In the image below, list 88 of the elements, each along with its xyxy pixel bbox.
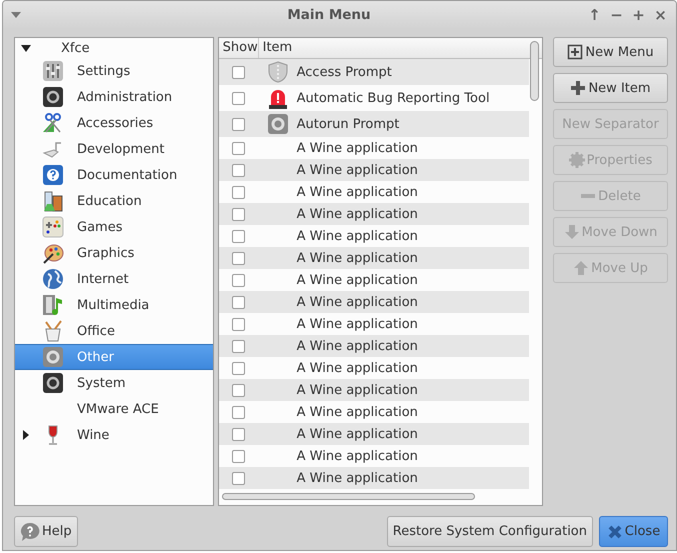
down-arrow-icon [564, 224, 580, 240]
table-cell: Autorun Prompt [296, 116, 400, 132]
action-button[interactable]: New Menu [553, 37, 668, 67]
expand-arrow-icon[interactable] [23, 430, 29, 440]
column-header[interactable]: Show [218, 38, 259, 58]
tree-item[interactable]: Accessories [15, 110, 213, 136]
plus-icon [570, 80, 586, 96]
gear-icon [42, 86, 64, 108]
checkbox[interactable] [232, 406, 246, 418]
checkbox[interactable] [232, 274, 246, 286]
collapse-arrow-icon[interactable] [21, 44, 31, 52]
tree-item[interactable]: Office [15, 318, 213, 344]
checkbox[interactable] [232, 428, 246, 440]
restore-button[interactable]: Restore System Configuration [386, 516, 593, 547]
action-button[interactable]: New Item [553, 73, 668, 103]
scrollbar-thumb[interactable] [530, 41, 539, 101]
checkbox[interactable] [232, 472, 246, 484]
table-cell: A Wine application [296, 294, 418, 310]
close-icon [606, 524, 623, 540]
checkbox[interactable] [232, 318, 246, 330]
scissors-icon [42, 112, 64, 134]
close-button[interactable]: Close [599, 516, 668, 547]
minimize-button[interactable]: − [609, 6, 624, 24]
table-cell: A Wine application [296, 228, 418, 244]
table-cell: Automatic Bug Reporting Tool [296, 90, 490, 106]
checkbox[interactable] [232, 340, 246, 352]
gear-icon [568, 152, 585, 168]
palette-icon [42, 242, 64, 264]
tree-item[interactable]: VMware ACE [15, 396, 213, 422]
globe-icon [42, 268, 64, 290]
tree-item[interactable]: System [15, 370, 213, 396]
tree-item[interactable]: Games [15, 214, 213, 240]
checkbox[interactable] [232, 118, 246, 130]
checkbox[interactable] [232, 450, 246, 462]
new-menu-icon [567, 44, 584, 60]
table-cell: A Wine application [296, 470, 418, 486]
tree-item[interactable]: Internet [15, 266, 213, 292]
tree-item[interactable]: Xfce [15, 38, 213, 58]
checkbox[interactable] [232, 142, 246, 154]
table-cell: A Wine application [296, 184, 418, 200]
table-cell: A Wine application [296, 426, 418, 442]
tree-item[interactable]: Wine [15, 422, 213, 448]
help-button[interactable]: Help [14, 516, 78, 547]
checkbox[interactable] [232, 92, 246, 104]
table-cell: A Wine application [296, 316, 418, 332]
checkbox[interactable] [232, 252, 246, 264]
table-cell: A Wine application [296, 140, 418, 156]
up-arrow-icon [573, 260, 590, 276]
maximize-button[interactable]: + [631, 6, 646, 24]
sliders-icon [42, 60, 64, 82]
checkbox[interactable] [232, 362, 246, 374]
table-cell: A Wine application [296, 382, 418, 398]
tree-item[interactable]: Development [15, 136, 213, 162]
raise-button[interactable]: ↑ [587, 6, 602, 24]
scrollbar-thumb[interactable] [222, 493, 475, 500]
tree-item[interactable]: Education [15, 188, 213, 214]
gear-icon [42, 346, 64, 368]
film-note-icon [42, 294, 64, 316]
help-icon [42, 164, 64, 186]
table-cell: A Wine application [296, 360, 418, 376]
speech-bubble-icon [20, 522, 40, 542]
checkbox[interactable] [232, 66, 246, 78]
flask-icon [42, 190, 64, 212]
checkbox[interactable] [232, 186, 246, 198]
checkbox[interactable] [232, 230, 246, 242]
tree-item[interactable]: Graphics [15, 240, 213, 266]
checkbox[interactable] [232, 164, 246, 176]
table-cell: A Wine application [296, 250, 418, 266]
tree-item[interactable]: Multimedia [15, 292, 213, 318]
tree-item[interactable]: Administration [15, 84, 213, 110]
gear-icon [42, 372, 64, 394]
table-cell: Access Prompt [296, 64, 392, 80]
column-header[interactable]: Item [258, 38, 296, 58]
checkbox[interactable] [232, 384, 246, 396]
checkbox[interactable] [232, 296, 246, 308]
table-cell: A Wine application [296, 448, 418, 464]
table-cell: A Wine application [296, 338, 418, 354]
window-title: Main Menu [286, 7, 372, 23]
table-cell: A Wine application [296, 162, 418, 178]
table-cell: A Wine application [296, 206, 418, 222]
window-menu-icon[interactable] [11, 12, 21, 18]
tree-item[interactable]: Documentation [15, 162, 213, 188]
table-cell: A Wine application [296, 404, 418, 420]
checkbox[interactable] [232, 208, 246, 220]
close-button[interactable]: × [653, 6, 668, 24]
table-cell: A Wine application [296, 272, 418, 288]
tree-item[interactable]: Settings [15, 58, 213, 84]
gamepad-icon [42, 216, 64, 238]
